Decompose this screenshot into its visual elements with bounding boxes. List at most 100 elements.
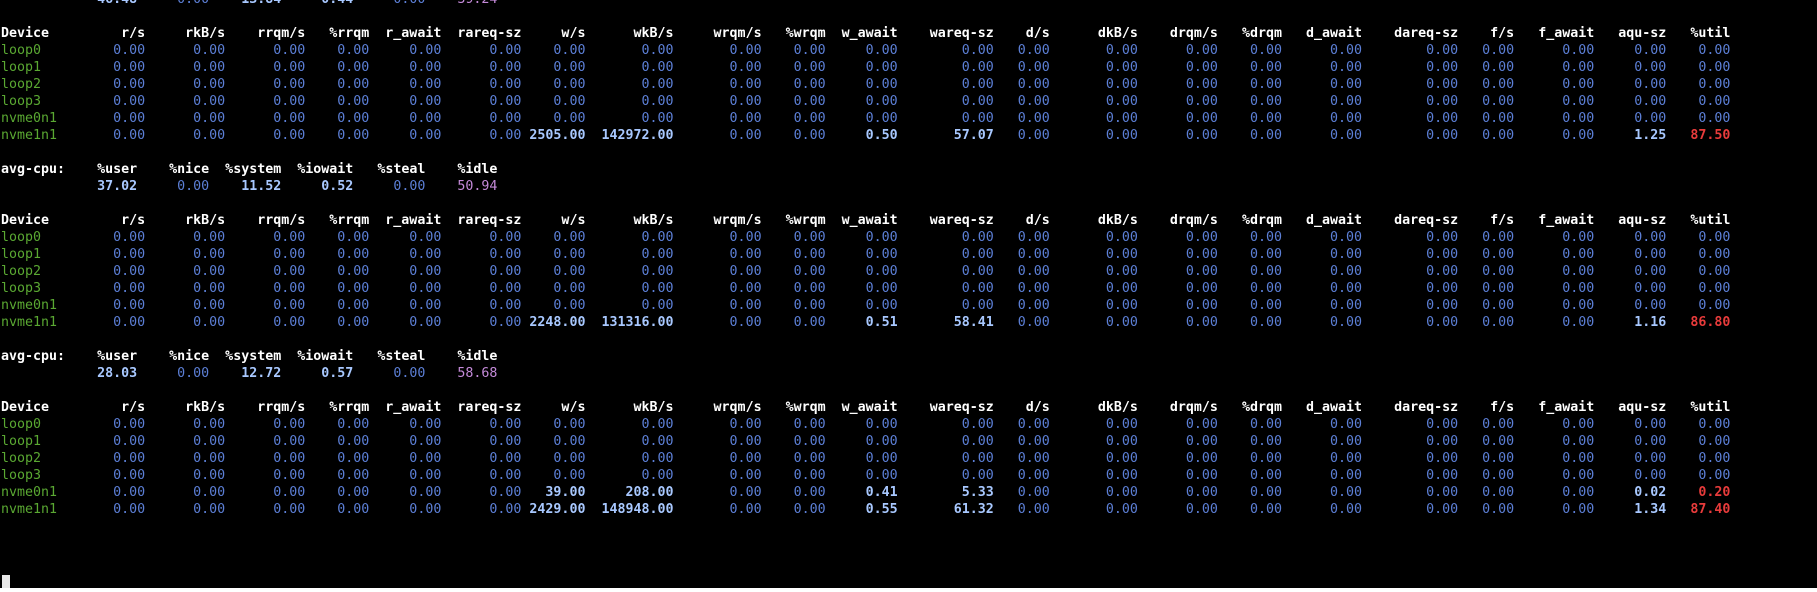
metric-value: 0.00 [441, 485, 522, 500]
metric-value: 0.00 [825, 298, 898, 313]
column-header: r_await [369, 213, 442, 228]
column-header: r/s [89, 400, 146, 415]
metric-value: 0.00 [369, 111, 442, 126]
metric-value: 0.00 [993, 111, 1050, 126]
cpu-indent [1, 179, 65, 194]
metric-value: 0.00 [897, 247, 994, 262]
metric-value: 0.00 [825, 60, 898, 75]
metric-value: 0.00 [441, 60, 522, 75]
device-header-row: Device r/s rkB/s rrqm/s %rrqm r_await ra… [1, 212, 1730, 229]
metric-value: 0.00 [1362, 502, 1459, 517]
metric-value: 0.00 [993, 502, 1050, 517]
metric-value: 0.00 [1458, 264, 1515, 279]
column-header: d_await [1281, 400, 1363, 415]
device-row: loop2 0.00 0.00 0.00 0.00 0.00 0.00 0.00… [1, 76, 1730, 93]
column-header: drqm/s [1137, 26, 1218, 41]
metric-value: 0.00 [1362, 128, 1459, 143]
device-row: loop3 0.00 0.00 0.00 0.00 0.00 0.00 0.00… [1, 467, 1730, 484]
metric-value: 0.00 [441, 111, 522, 126]
column-header: rrqm/s [225, 26, 306, 41]
column-header: wkB/s [585, 26, 674, 41]
metric-value: 0.00 [825, 434, 898, 449]
metric-value: 0.00 [1217, 94, 1282, 109]
cpu-column-header: %system [209, 162, 282, 177]
metric-value: 0.00 [1514, 230, 1595, 245]
terminal-window[interactable]: 46.48 0.00 13.84 0.44 0.00 39.24 Device … [0, 0, 1817, 592]
metric-value: 0.00 [1362, 247, 1459, 262]
metric-value: 0.00 [585, 281, 674, 296]
metric-value: 0.00 [993, 315, 1050, 330]
metric-value: 0.00 [993, 298, 1050, 313]
cpu-value: 11.52 [209, 179, 282, 194]
metric-value: 0.00 [225, 247, 306, 262]
metric-value: 0.00 [89, 77, 146, 92]
metric-value: 0.00 [1217, 77, 1282, 92]
metric-value: 0.00 [89, 298, 146, 313]
device-name: loop3 [1, 468, 90, 483]
metric-value: 0.00 [521, 247, 586, 262]
column-header: f/s [1458, 26, 1515, 41]
metric-value: 0.00 [1666, 77, 1731, 92]
metric-value: 0.00 [1666, 111, 1731, 126]
metric-value: 0.00 [369, 128, 442, 143]
metric-value: 0.00 [225, 111, 306, 126]
column-header: dareq-sz [1362, 26, 1459, 41]
device-name: loop1 [1, 60, 90, 75]
metric-value: 0.00 [673, 451, 762, 466]
metric-value: 0.00 [993, 434, 1050, 449]
metric-value: 0.00 [673, 77, 762, 92]
metric-value: 0.00 [1137, 77, 1218, 92]
metric-value: 0.00 [761, 315, 826, 330]
metric-value: 0.00 [1514, 264, 1595, 279]
column-header: dkB/s [1049, 26, 1138, 41]
metric-value: 0.00 [1514, 128, 1595, 143]
metric-value: 0.00 [225, 230, 306, 245]
metric-value: 0.00 [145, 298, 226, 313]
column-header: r/s [89, 213, 146, 228]
metric-value: 0.00 [1458, 434, 1515, 449]
cpu-value: 50.94 [425, 179, 498, 194]
metric-value: 0.00 [89, 60, 146, 75]
metric-value: 0.00 [521, 451, 586, 466]
metric-value: 0.00 [761, 417, 826, 432]
metric-value: 0.00 [1281, 111, 1363, 126]
metric-value: 1.34 [1594, 502, 1667, 517]
metric-value: 0.00 [761, 111, 826, 126]
metric-value: 0.00 [225, 315, 306, 330]
metric-value: 0.00 [761, 485, 826, 500]
metric-value: 0.00 [1458, 485, 1515, 500]
metric-value: 0.00 [1362, 264, 1459, 279]
metric-value: 0.00 [673, 43, 762, 58]
metric-value: 0.00 [1217, 43, 1282, 58]
metric-value: 0.00 [825, 43, 898, 58]
metric-value: 0.00 [305, 128, 370, 143]
device-row: loop1 0.00 0.00 0.00 0.00 0.00 0.00 0.00… [1, 246, 1730, 263]
metric-value: 0.00 [305, 77, 370, 92]
metric-value: 142972.00 [585, 128, 674, 143]
terminal-bottom-border [0, 588, 1817, 592]
metric-value: 0.00 [897, 281, 994, 296]
metric-value: 0.00 [1049, 60, 1138, 75]
column-header: rrqm/s [225, 400, 306, 415]
device-name: loop2 [1, 264, 90, 279]
metric-value: 0.00 [993, 451, 1050, 466]
metric-value: 0.00 [1217, 434, 1282, 449]
column-header: %rrqm [305, 400, 370, 415]
metric-value: 0.00 [441, 468, 522, 483]
cpu-value: 0.44 [281, 0, 353, 7]
column-header: %util [1666, 213, 1731, 228]
metric-value: 0.00 [89, 230, 146, 245]
metric-value: 0.00 [89, 247, 146, 262]
cpu-value: 0.00 [137, 179, 210, 194]
column-header: %drqm [1217, 213, 1282, 228]
metric-value: 0.00 [585, 230, 674, 245]
metric-value: 0.00 [585, 94, 674, 109]
metric-value: 0.00 [825, 281, 898, 296]
metric-value: 148948.00 [585, 502, 674, 517]
metric-value: 0.00 [369, 434, 442, 449]
column-header: %wrqm [761, 26, 826, 41]
metric-value: 0.00 [369, 247, 442, 262]
metric-value: 0.00 [1137, 43, 1218, 58]
column-header: f_await [1514, 213, 1595, 228]
metric-value: 0.00 [305, 247, 370, 262]
